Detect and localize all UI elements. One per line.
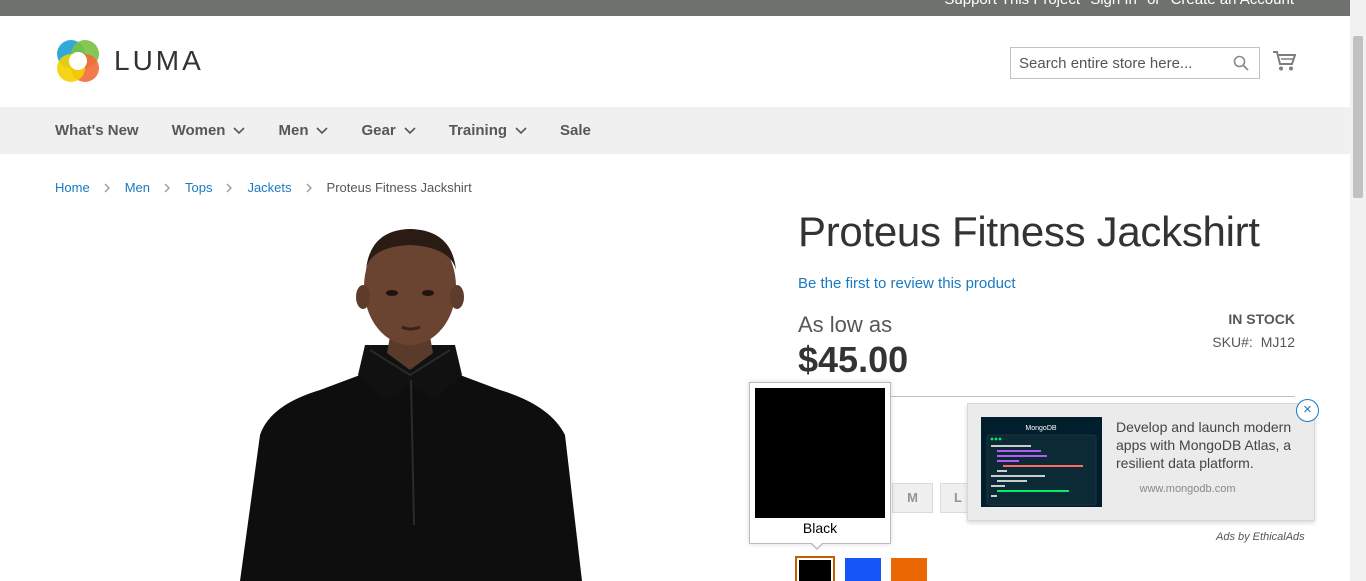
breadcrumb-men[interactable]: Men (125, 180, 150, 195)
review-link[interactable]: Be the first to review this product (798, 275, 1016, 292)
chevron-down-icon (515, 126, 527, 134)
ad-url[interactable]: www.mongodb.com (1116, 483, 1259, 495)
ad-banner[interactable]: MongoDB Develop and launch modern apps w… (967, 403, 1315, 521)
breadcrumb-tops[interactable]: Tops (185, 180, 212, 195)
scrollbar-thumb[interactable] (1353, 36, 1363, 198)
size-option-m[interactable]: M (892, 483, 933, 513)
sku-value: MJ12 (1260, 334, 1295, 350)
product-image[interactable] (230, 225, 590, 581)
sku: SKU#: MJ12 (1212, 334, 1295, 350)
nav-item-sale[interactable]: Sale (560, 122, 591, 139)
chevron-down-icon (316, 126, 329, 134)
price-prefix: As low as (798, 312, 893, 337)
nav-item-gear[interactable]: Gear (361, 122, 416, 139)
nav-label: Women (171, 122, 226, 139)
ad-image-brand: MongoDB (1025, 425, 1056, 432)
main-nav: What's New Women Men Gear Training Sale (0, 107, 1350, 154)
ad-image[interactable]: MongoDB (981, 417, 1102, 507)
search-input[interactable] (1011, 48, 1221, 78)
color-swatch-black[interactable] (795, 556, 835, 581)
chevron-right-icon (226, 183, 233, 192)
create-account-link[interactable]: Create an Account (1171, 0, 1294, 8)
breadcrumb: Home Men Tops Jackets Proteus Fitness Ja… (55, 180, 472, 195)
color-swatch-orange[interactable] (891, 558, 927, 581)
or-text: or (1147, 0, 1160, 8)
top-bar: Support This Project Sign In or Create a… (0, 0, 1350, 16)
nav-label: Gear (361, 122, 396, 139)
sku-label: SKU#: (1212, 334, 1253, 350)
nav-item-men[interactable]: Men (278, 122, 329, 139)
search-box (1010, 47, 1260, 79)
breadcrumb-current: Proteus Fitness Jackshirt (326, 180, 472, 195)
swatch-tooltip-label: Black (802, 520, 838, 536)
tooltip-arrow-inner (811, 542, 823, 548)
nav-item-training[interactable]: Training (449, 122, 527, 139)
header-links: Support This Project Sign In or Create a… (938, 0, 1294, 8)
ad-text[interactable]: Develop and launch modern apps with Mong… (1116, 418, 1306, 472)
nav-label: Training (448, 122, 508, 139)
swatch-tooltip: Black (749, 382, 891, 544)
stock-status: IN STOCK (1228, 311, 1295, 327)
nav-label: What's New (55, 122, 139, 139)
ad-attribution[interactable]: Ads by EthicalAds (1216, 531, 1305, 543)
swatch-preview (755, 388, 885, 518)
nav-label: Men (278, 122, 309, 139)
logo[interactable]: LUMA (55, 38, 204, 84)
color-swatch-blue[interactable] (845, 558, 881, 581)
chevron-down-icon (404, 126, 416, 134)
chevron-right-icon (306, 183, 312, 192)
product-title: Proteus Fitness Jackshirt (798, 208, 1260, 255)
luma-logo-icon (57, 40, 99, 82)
nav-item-whats-new[interactable]: What's New (55, 122, 139, 139)
chevron-down-icon (233, 126, 246, 134)
signin-link[interactable]: Sign In (1090, 0, 1137, 8)
logo-text: LUMA (114, 45, 204, 76)
nav-item-women[interactable]: Women (172, 122, 246, 139)
breadcrumb-home[interactable]: Home (55, 180, 90, 195)
ad-close-button[interactable]: × (1296, 399, 1319, 422)
breadcrumb-jackets[interactable]: Jackets (247, 180, 291, 195)
product-price: $45.00 (798, 339, 909, 380)
support-link[interactable]: Support This Project (944, 0, 1080, 8)
page-scrollbar[interactable] (1350, 0, 1366, 581)
nav-label: Sale (560, 122, 591, 139)
chevron-right-icon (104, 183, 110, 192)
search-icon[interactable] (1233, 55, 1249, 71)
chevron-right-icon (164, 183, 170, 192)
cart-icon[interactable] (1272, 50, 1296, 72)
site-header: LUMA (0, 16, 1350, 107)
